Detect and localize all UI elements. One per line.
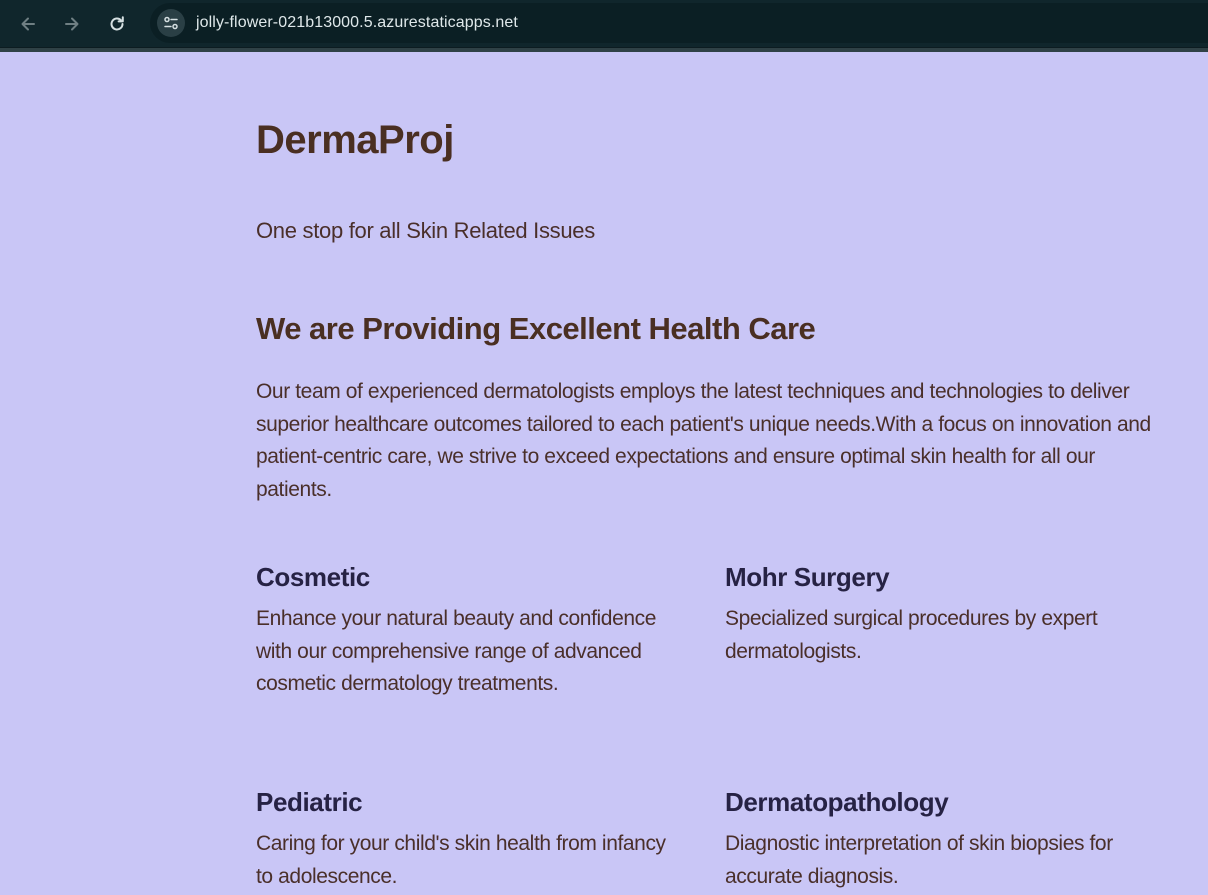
service-description: Enhance your natural beauty and confiden…: [256, 607, 657, 695]
service-title: Mohr Surgery: [725, 562, 890, 592]
service-mohr-surgery: Mohr Surgery Specialized surgical proced…: [725, 562, 1145, 668]
brand-tagline: One stop for all Skin Related Issues: [256, 218, 595, 243]
brand-title: DermaProj: [256, 118, 454, 162]
service-description: Diagnostic interpretation of skin biopsi…: [725, 832, 1113, 888]
about-paragraph: Our team of experienced dermatologists e…: [256, 380, 1151, 501]
service-title: Dermatopathology: [725, 787, 949, 817]
reload-button[interactable]: [97, 4, 137, 44]
site-info-button[interactable]: [157, 9, 185, 37]
service-cosmetic: Cosmetic Enhance your natural beauty and…: [256, 562, 676, 701]
arrow-left-icon: [21, 17, 35, 31]
service-description: Specialized surgical procedures by exper…: [725, 607, 1098, 663]
service-pediatric: Pediatric Caring for your child's skin h…: [256, 787, 676, 893]
browser-toolbar: jolly-flower-021b13000.5.azurestaticapps…: [0, 0, 1208, 48]
service-description: Caring for your child's skin health from…: [256, 832, 666, 888]
service-title: Cosmetic: [256, 562, 370, 592]
url-text[interactable]: jolly-flower-021b13000.5.azurestaticapps…: [196, 14, 518, 32]
reload-icon: [110, 16, 124, 31]
toolbar-divider: [0, 48, 1208, 52]
address-bar[interactable]: jolly-flower-021b13000.5.azurestaticapps…: [150, 3, 1208, 43]
service-title: Pediatric: [256, 787, 363, 817]
back-button[interactable]: [8, 4, 48, 44]
arrow-right-icon: [65, 17, 79, 31]
service-dermatopathology: Dermatopathology Diagnostic interpretati…: [725, 787, 1145, 893]
about-heading: We are Providing Excellent Health Care: [256, 311, 816, 346]
forward-button[interactable]: [52, 4, 92, 44]
tune-icon: [164, 16, 178, 30]
